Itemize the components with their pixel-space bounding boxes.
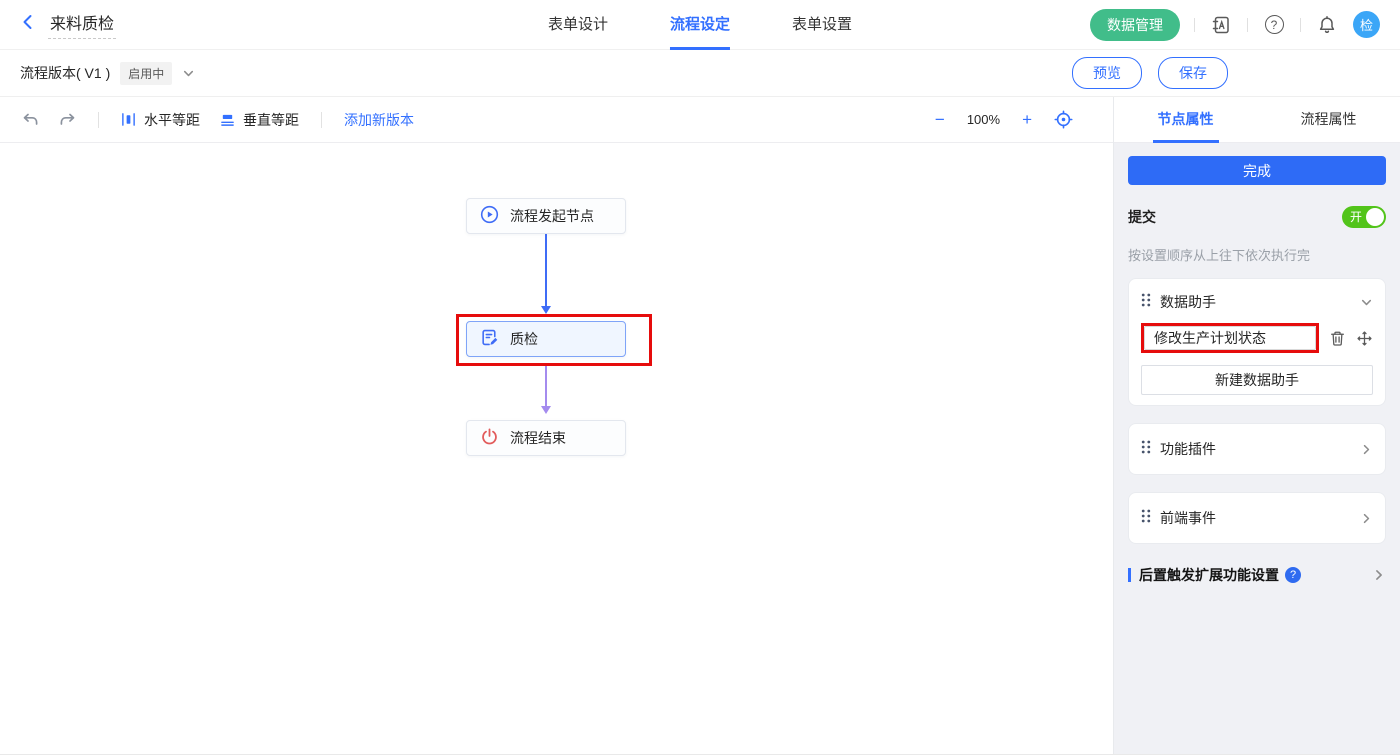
toggle-on-label: 开 — [1350, 210, 1363, 224]
vertical-spacing-label[interactable]: 垂直等距 — [243, 110, 299, 130]
help-icon[interactable]: ? — [1262, 13, 1286, 37]
frontend-events-header[interactable]: 前端事件 — [1141, 505, 1373, 531]
chevron-down-icon[interactable] — [1360, 296, 1373, 309]
trash-icon[interactable] — [1329, 330, 1346, 347]
divider — [1194, 17, 1195, 32]
submit-label: 提交 — [1128, 209, 1156, 225]
tab-form-settings[interactable]: 表单设置 — [792, 0, 852, 50]
chevron-down-icon[interactable] — [182, 67, 195, 80]
zoom-out-button[interactable]: − — [935, 111, 945, 128]
node-flow-start[interactable]: 流程发起节点 — [466, 198, 626, 234]
node-label: 流程结束 — [510, 430, 566, 446]
arrowhead-purple — [541, 406, 551, 414]
arrowhead-blue — [541, 306, 551, 314]
tab-flow-properties[interactable]: 流程属性 — [1257, 97, 1400, 142]
version-actions: 预览 保存 — [1072, 57, 1228, 89]
node-flow-end[interactable]: 流程结束 — [466, 420, 626, 456]
node-label: 流程发起节点 — [510, 208, 594, 224]
canvas-column: 水平等距 垂直等距 添加新版本 − 100% + 流程发起节点 质检 流程结束 — [0, 97, 1113, 754]
chevron-right-icon[interactable] — [1372, 568, 1386, 582]
panel-body: 完成 提交 开 按设置顺序从上往下依次执行完 数据助手 修改生产计划状态 新建数… — [1114, 143, 1400, 754]
save-button[interactable]: 保存 — [1158, 57, 1228, 89]
main-area: 水平等距 垂直等距 添加新版本 − 100% + 流程发起节点 质检 流程结束 … — [0, 97, 1400, 755]
annotation-highlight-item: 修改生产计划状态 — [1141, 323, 1319, 353]
tab-label: 流程属性 — [1300, 110, 1357, 127]
preview-button[interactable]: 预览 — [1072, 57, 1142, 89]
section-marker — [1128, 568, 1131, 582]
drag-handle-icon[interactable] — [1141, 293, 1151, 312]
header-actions: 数据管理 ? 检 — [1090, 8, 1380, 41]
address-book-icon[interactable] — [1209, 13, 1233, 37]
app-header: 来料质检 表单设计 流程设定 表单设置 数据管理 ? 检 — [0, 0, 1400, 50]
post-trigger-section[interactable]: 后置触发扩展功能设置 ? — [1128, 565, 1386, 585]
flow-canvas[interactable]: 流程发起节点 质检 流程结束 — [0, 143, 1113, 754]
play-icon — [480, 205, 499, 227]
undo-icon[interactable] — [22, 112, 39, 127]
node-label: 质检 — [510, 331, 538, 347]
data-assistant-title: 数据助手 — [1160, 294, 1216, 310]
help-glyph: ? — [1270, 17, 1278, 32]
data-manage-button[interactable]: 数据管理 — [1090, 8, 1180, 41]
submit-toggle[interactable]: 开 — [1342, 206, 1386, 228]
zoom-controls: − 100% + — [935, 110, 1073, 129]
version-label: 流程版本( V1 ) — [20, 65, 111, 81]
tab-flow-setting[interactable]: 流程设定 — [669, 0, 731, 50]
submit-row: 提交 开 — [1128, 206, 1386, 228]
new-data-assistant-button[interactable]: 新建数据助手 — [1141, 365, 1373, 395]
canvas-toolbar: 水平等距 垂直等距 添加新版本 − 100% + — [0, 97, 1113, 143]
section-data-assistant: 数据助手 修改生产计划状态 新建数据助手 — [1128, 278, 1386, 406]
tab-node-properties[interactable]: 节点属性 — [1114, 97, 1257, 143]
panel-tabs: 节点属性 流程属性 — [1114, 97, 1400, 143]
page-title[interactable]: 来料质检 — [48, 10, 117, 39]
header-tabs: 表单设计 流程设定 表单设置 — [548, 0, 852, 50]
form-edit-icon — [480, 328, 499, 350]
status-badge: 启用中 — [120, 61, 173, 85]
node-quality-check[interactable]: 质检 — [466, 321, 626, 357]
data-assistant-header[interactable]: 数据助手 — [1141, 289, 1373, 315]
redo-icon[interactable] — [59, 112, 76, 127]
frontend-events-title: 前端事件 — [1160, 510, 1216, 526]
drag-handle-icon[interactable] — [1141, 509, 1151, 528]
bell-icon[interactable] — [1315, 13, 1339, 37]
divider — [98, 111, 99, 128]
edge-qc-to-end — [545, 366, 547, 406]
drag-handle-icon[interactable] — [1141, 440, 1151, 459]
power-icon — [480, 427, 499, 449]
target-icon[interactable] — [1054, 110, 1073, 129]
divider — [1300, 17, 1301, 32]
section-plugins: 功能插件 — [1128, 423, 1386, 475]
execution-hint: 按设置顺序从上往下依次执行完 — [1128, 248, 1311, 263]
move-icon[interactable] — [1356, 330, 1373, 347]
chevron-right-icon[interactable] — [1360, 512, 1373, 525]
tab-form-design[interactable]: 表单设计 — [548, 0, 608, 50]
section-frontend-events: 前端事件 — [1128, 492, 1386, 544]
vertical-spacing-icon[interactable] — [220, 112, 235, 127]
version-bar: 流程版本( V1 ) 启用中 预览 保存 — [0, 50, 1400, 97]
horizontal-spacing-icon[interactable] — [121, 112, 136, 127]
chevron-right-icon[interactable] — [1360, 443, 1373, 456]
post-trigger-title: 后置触发扩展功能设置 — [1139, 567, 1279, 583]
tab-label: 节点属性 — [1152, 97, 1219, 143]
zoom-level: 100% — [966, 112, 1001, 127]
edge-start-to-qc — [545, 234, 547, 306]
back-button[interactable] — [20, 14, 36, 35]
zoom-in-button[interactable]: + — [1022, 111, 1032, 128]
properties-panel: 节点属性 流程属性 完成 提交 开 按设置顺序从上往下依次执行完 数据助手 修改… — [1113, 97, 1400, 754]
divider — [321, 111, 322, 128]
plugins-title: 功能插件 — [1160, 441, 1216, 457]
plugins-header[interactable]: 功能插件 — [1141, 436, 1373, 462]
help-filled-icon[interactable]: ? — [1285, 567, 1301, 583]
add-version-button[interactable]: 添加新版本 — [344, 110, 414, 130]
toggle-knob — [1366, 208, 1384, 226]
data-assistant-item-row: 修改生产计划状态 — [1141, 323, 1373, 353]
avatar[interactable]: 检 — [1353, 11, 1380, 38]
horizontal-spacing-label[interactable]: 水平等距 — [144, 110, 200, 130]
divider — [1247, 17, 1248, 32]
back-icon — [20, 14, 36, 35]
data-assistant-item[interactable]: 修改生产计划状态 — [1144, 326, 1316, 350]
done-button[interactable]: 完成 — [1128, 156, 1386, 185]
